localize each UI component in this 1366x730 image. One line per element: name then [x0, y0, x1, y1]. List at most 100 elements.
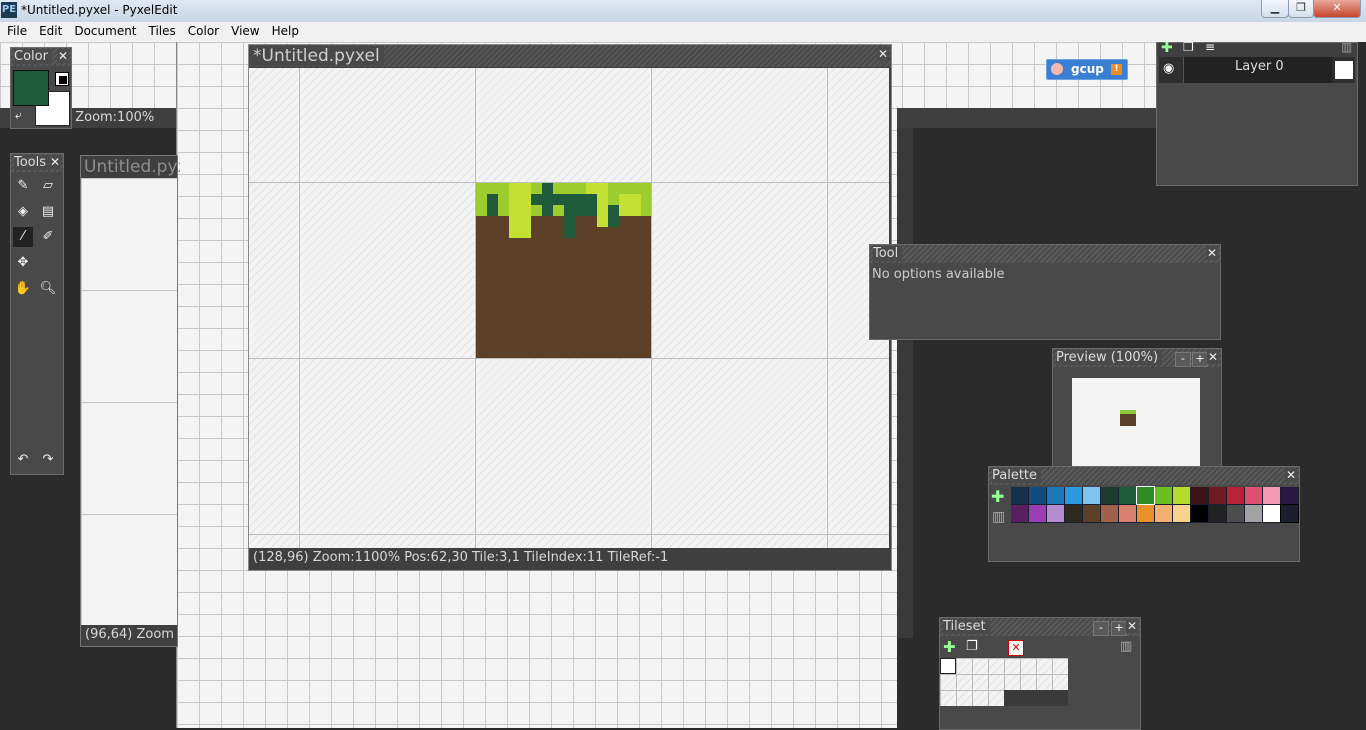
- delete-layer-icon[interactable]: ▥: [1341, 40, 1352, 54]
- tools-panel-close-icon[interactable]: ✕: [49, 155, 61, 169]
- close-window-button[interactable]: ✕: [1313, 0, 1361, 18]
- select-rect-icon[interactable]: ▤: [38, 202, 58, 222]
- tileset-panel: Tileset - + ✕ ✚ ❐ ✕ ▥: [939, 617, 1141, 730]
- layer-visibility-eye-icon[interactable]: ◉: [1163, 61, 1174, 76]
- menu-tiles[interactable]: Tiles: [142, 22, 181, 38]
- pencil-icon[interactable]: ✎: [13, 176, 33, 196]
- primary-color-swatch[interactable]: [13, 70, 49, 106]
- menu-color[interactable]: Color: [181, 22, 224, 38]
- palette-swatch[interactable]: [1065, 505, 1082, 522]
- menu-view[interactable]: View: [224, 22, 264, 38]
- back-document-canvas[interactable]: [81, 178, 177, 625]
- tool-options-text: No options available: [872, 267, 1005, 282]
- palette-panel: Palette ✕ ✚ ▥: [988, 466, 1300, 562]
- zoom-icon[interactable]: 🔍︎: [38, 279, 58, 299]
- palette-swatch[interactable]: [1191, 487, 1208, 504]
- eraser-icon[interactable]: ▱: [38, 176, 58, 196]
- back-document-window[interactable]: Untitled.pyx (96,64) Zoom: [80, 155, 180, 647]
- palette-swatch[interactable]: [1047, 505, 1064, 522]
- palette-swatch[interactable]: [1119, 505, 1136, 522]
- main-document-status: (128,96) Zoom:1100% Pos:62,30 Tile:3,1 T…: [249, 548, 889, 568]
- color-panel-close-icon[interactable]: ✕: [57, 49, 69, 63]
- main-document-close-icon[interactable]: ✕: [877, 47, 889, 61]
- palette-swatch[interactable]: [1155, 487, 1172, 504]
- title-bar: PE *Untitled.pyxel - PyxelEdit ▁ ❐ ✕: [0, 0, 1366, 22]
- tileset-zoom-out-button[interactable]: -: [1093, 621, 1109, 636]
- main-document-window[interactable]: *Untitled.pyxel ✕ (128,96) Zoom:1100% Po…: [248, 44, 892, 571]
- palette-swatch[interactable]: [1281, 487, 1298, 504]
- palette-swatch[interactable]: [1209, 487, 1226, 504]
- hand-icon[interactable]: ✋: [13, 279, 33, 299]
- palette-swatch[interactable]: [1227, 487, 1244, 504]
- grass-dirt-tile[interactable]: [476, 183, 651, 358]
- layer-row[interactable]: ◉ Layer 0: [1159, 57, 1355, 83]
- move-icon[interactable]: ✥: [13, 253, 33, 273]
- swap-colors-icon[interactable]: [55, 72, 69, 86]
- palette-swatch[interactable]: [1191, 505, 1208, 522]
- delete-tile-icon[interactable]: ▥: [1120, 639, 1132, 654]
- palette-close-icon[interactable]: ✕: [1285, 468, 1297, 482]
- back-document-status: (96,64) Zoom: [81, 625, 177, 645]
- merge-layer-icon[interactable]: ≡: [1205, 40, 1215, 54]
- redo-icon[interactable]: ↷: [38, 450, 58, 470]
- palette-swatch[interactable]: [1227, 505, 1244, 522]
- palette-header: Palette: [989, 467, 1299, 485]
- tool-options-close-icon[interactable]: ✕: [1206, 246, 1218, 260]
- palette-swatch[interactable]: [1263, 505, 1280, 522]
- menu-file[interactable]: File: [0, 22, 32, 38]
- tileset-close-icon[interactable]: ✕: [1126, 619, 1138, 633]
- main-canvas[interactable]: [249, 68, 889, 548]
- menu-edit[interactable]: Edit: [32, 22, 67, 38]
- menu-document[interactable]: Document: [67, 22, 141, 38]
- tileset-grid[interactable]: [940, 658, 1068, 706]
- remove-tile-icon[interactable]: ✕: [1008, 640, 1024, 656]
- preview-zoom-out-button[interactable]: -: [1175, 352, 1191, 367]
- fill-bucket-icon[interactable]: ◈: [13, 202, 33, 222]
- palette-swatch-selected[interactable]: [1136, 486, 1155, 505]
- palette-swatch[interactable]: [1065, 487, 1082, 504]
- palette-swatch[interactable]: [1047, 487, 1064, 504]
- undo-icon[interactable]: ↶: [13, 450, 33, 470]
- palette-swatch[interactable]: [1209, 505, 1226, 522]
- tool-options-header: Tool: [870, 245, 1220, 263]
- preview-zoom-in-button[interactable]: +: [1192, 352, 1208, 367]
- minimize-button[interactable]: ▁: [1261, 0, 1289, 18]
- eyedropper-icon[interactable]: ⁄: [13, 227, 33, 247]
- copy-tile-icon[interactable]: ❐: [966, 639, 978, 654]
- palette-swatch[interactable]: [1263, 487, 1280, 504]
- brush-icon[interactable]: ✐: [38, 227, 58, 247]
- palette-swatch[interactable]: [1155, 505, 1172, 522]
- preview-close-icon[interactable]: ✕: [1207, 350, 1219, 364]
- palette-swatch[interactable]: [1083, 487, 1100, 504]
- palette-swatch[interactable]: [1029, 487, 1046, 504]
- palette-swatch[interactable]: [1137, 505, 1154, 522]
- palette-swatch[interactable]: [1083, 505, 1100, 522]
- palette-swatch[interactable]: [1011, 505, 1028, 522]
- tool-options-panel: Tool ✕ No options available: [869, 244, 1221, 340]
- color-panel-title: Color: [14, 49, 52, 64]
- palette-swatch-secondary[interactable]: [1280, 504, 1299, 523]
- layer-name: Layer 0: [1235, 59, 1284, 74]
- palette-swatch[interactable]: [1245, 487, 1262, 504]
- add-layer-icon[interactable]: ✚: [1161, 40, 1173, 56]
- add-tile-icon[interactable]: ✚: [943, 638, 956, 656]
- palette-swatch[interactable]: [1173, 505, 1190, 522]
- palette-swatch[interactable]: [1101, 505, 1118, 522]
- palette-swatch[interactable]: [1173, 487, 1190, 504]
- selected-tile[interactable]: [940, 658, 956, 674]
- maximize-button[interactable]: ❐: [1288, 0, 1314, 18]
- palette-swatch[interactable]: [1119, 487, 1136, 504]
- duplicate-layer-icon[interactable]: ❐: [1183, 40, 1194, 54]
- add-color-icon[interactable]: ✚: [991, 487, 1004, 506]
- tileset-zoom-in-button[interactable]: +: [1111, 621, 1127, 636]
- menu-help[interactable]: Help: [265, 22, 304, 38]
- palette-swatch[interactable]: [1245, 505, 1262, 522]
- palette-swatch[interactable]: [1029, 505, 1046, 522]
- delete-color-icon[interactable]: ▥: [992, 509, 1005, 525]
- gcup-widget[interactable]: gcup !: [1046, 59, 1128, 80]
- palette-swatch[interactable]: [1011, 487, 1028, 504]
- layers-panel: ✚ ❐ ≡ ▥ ◉ Layer 0: [1156, 40, 1358, 186]
- palette-swatch[interactable]: [1101, 487, 1118, 504]
- reset-colors-icon[interactable]: ⤶: [15, 108, 22, 123]
- scroll-edge: [896, 128, 913, 638]
